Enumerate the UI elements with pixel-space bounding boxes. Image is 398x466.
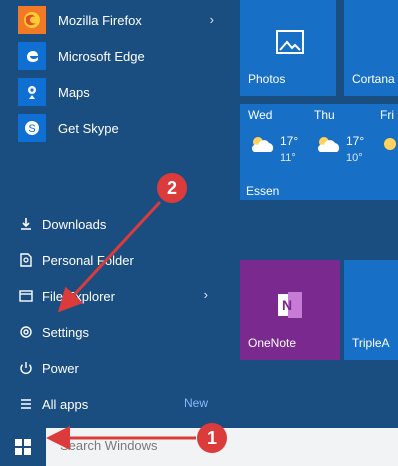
- annotation-step-2: 2: [157, 173, 187, 203]
- annotation-step-1: 1: [197, 423, 227, 453]
- annotation-number: 2: [166, 177, 177, 198]
- annotation-number: 1: [206, 427, 217, 448]
- annotation-arrows: [46, 200, 196, 450]
- arrow-to-settings: [57, 200, 162, 313]
